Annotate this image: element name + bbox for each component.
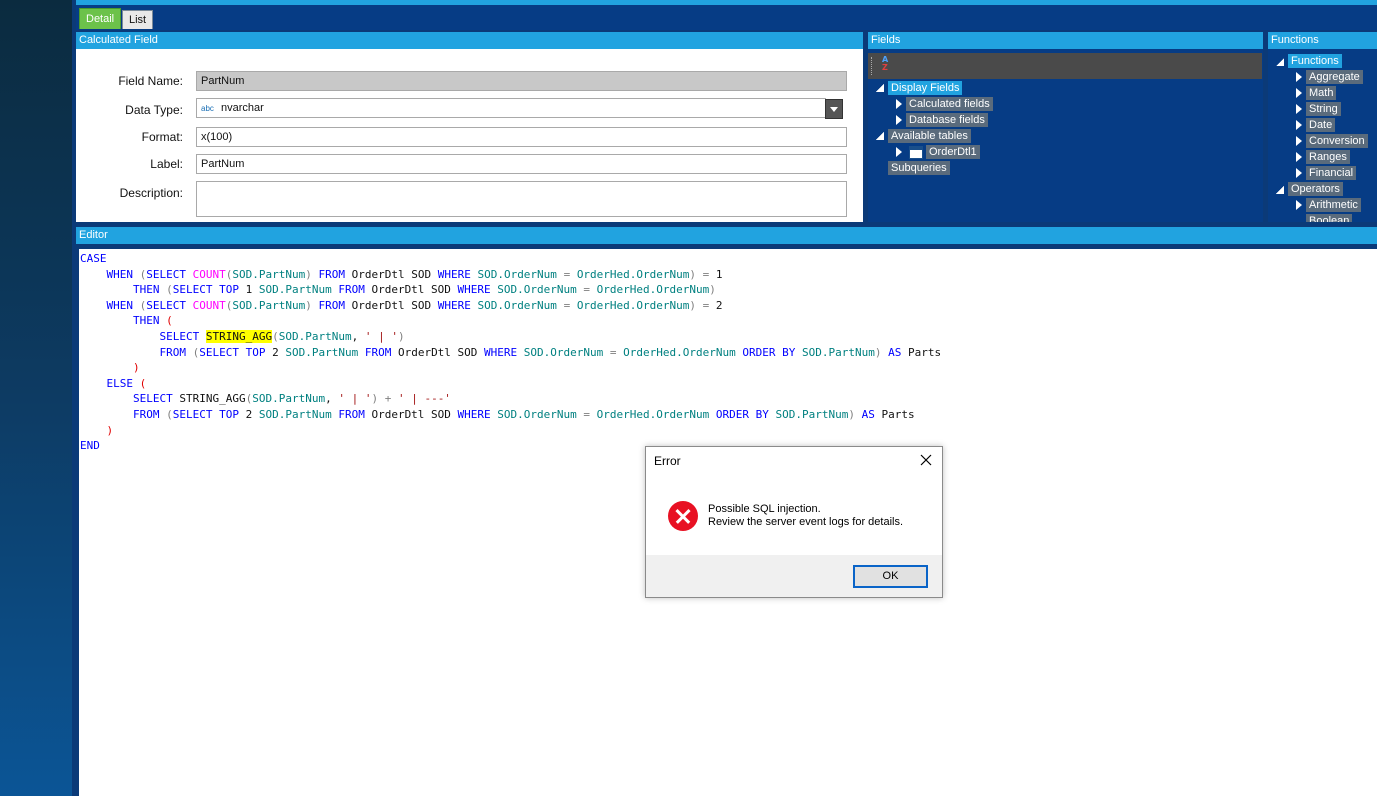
- label-label: Label:: [150, 157, 183, 171]
- format-label: Format:: [141, 130, 183, 144]
- fields-toolbar: A Z: [868, 53, 1262, 79]
- ok-button[interactable]: OK: [853, 565, 928, 588]
- tree-function-aggregate[interactable]: Aggregate: [1306, 70, 1363, 84]
- editor-header: Editor: [76, 227, 1377, 244]
- tree-function-conversion[interactable]: Conversion: [1306, 134, 1368, 148]
- tree-function-financial[interactable]: Financial: [1306, 166, 1357, 180]
- tree-function-math[interactable]: Math: [1306, 86, 1337, 100]
- collapse-icon[interactable]: [876, 132, 884, 140]
- fields-header: Fields: [868, 32, 1263, 49]
- tree-function-date[interactable]: Date: [1306, 118, 1336, 132]
- calculated-field-header: Calculated Field: [76, 32, 863, 49]
- tree-operators[interactable]: Operators: [1288, 182, 1343, 196]
- tree-functions[interactable]: Functions: [1288, 54, 1342, 68]
- expand-icon[interactable]: [1296, 152, 1302, 162]
- functions-tree-panel: Functions Aggregate Math String Date Con…: [1268, 49, 1377, 222]
- tab-bar: Detail List: [76, 5, 1377, 30]
- dialog-message-line2: Review the server event logs for details…: [708, 516, 904, 528]
- description-label: Description:: [119, 186, 183, 200]
- error-circle-icon: [668, 501, 698, 531]
- expand-icon[interactable]: [1296, 200, 1302, 210]
- toolbar-grip: [871, 57, 873, 75]
- dialog-message-line1: Possible SQL injection.: [708, 503, 821, 515]
- data-type-select[interactable]: abc nvarchar: [196, 98, 826, 118]
- calculated-field-panel: Field Name: PartNum Data Type: abc nvarc…: [76, 49, 863, 222]
- functions-header: Functions: [1268, 32, 1377, 49]
- fields-tree-panel: A Z Display Fields Calculated fields Dat…: [868, 49, 1263, 222]
- format-input[interactable]: x(100): [196, 127, 847, 147]
- expand-icon[interactable]: [896, 115, 902, 125]
- left-sidebar: [0, 0, 72, 796]
- expand-icon[interactable]: [896, 99, 902, 109]
- close-icon[interactable]: [918, 452, 934, 468]
- tree-operator-arithmetic[interactable]: Arithmetic: [1306, 198, 1361, 212]
- tree-function-ranges[interactable]: Ranges: [1306, 150, 1350, 164]
- data-type-value: nvarchar: [220, 102, 264, 114]
- table-icon: [909, 146, 923, 159]
- sort-az-icon[interactable]: A Z: [882, 56, 896, 74]
- tree-subqueries[interactable]: Subqueries: [888, 161, 950, 175]
- chevron-down-icon: [830, 107, 838, 112]
- expand-icon[interactable]: [1296, 168, 1302, 178]
- tree-operator-boolean[interactable]: Boolean: [1306, 214, 1353, 222]
- expand-icon[interactable]: [1296, 136, 1302, 146]
- tree-available-tables[interactable]: Available tables: [888, 129, 971, 143]
- collapse-icon[interactable]: [876, 84, 884, 92]
- tree-calculated-fields[interactable]: Calculated fields: [906, 97, 993, 111]
- error-dialog: Error Possible SQL injection. Review the…: [645, 446, 943, 598]
- field-name-label: Field Name:: [118, 74, 183, 88]
- sql-code[interactable]: CASE WHEN (SELECT COUNT(SOD.PartNum) FRO…: [80, 251, 941, 454]
- dialog-title: Error: [654, 454, 681, 468]
- collapse-icon[interactable]: [1276, 186, 1284, 194]
- expand-icon[interactable]: [1296, 72, 1302, 82]
- field-name-input[interactable]: PartNum: [196, 71, 847, 91]
- dropdown-button[interactable]: [825, 99, 843, 119]
- tree-orderdtl1[interactable]: OrderDtl1: [926, 145, 980, 159]
- tab-list[interactable]: List: [122, 10, 154, 29]
- tab-detail[interactable]: Detail: [79, 8, 122, 29]
- expand-icon[interactable]: [896, 147, 902, 157]
- data-type-label: Data Type:: [125, 103, 183, 117]
- expand-icon[interactable]: [1296, 120, 1302, 130]
- abc-type-icon: abc: [201, 104, 214, 113]
- label-input[interactable]: PartNum: [196, 154, 847, 174]
- tree-database-fields[interactable]: Database fields: [906, 113, 988, 127]
- expand-icon[interactable]: [1296, 104, 1302, 114]
- expand-icon[interactable]: [1296, 88, 1302, 98]
- collapse-icon[interactable]: [1276, 58, 1284, 66]
- tree-display-fields[interactable]: Display Fields: [888, 81, 963, 95]
- tree-function-string[interactable]: String: [1306, 102, 1341, 116]
- description-input[interactable]: [196, 181, 847, 217]
